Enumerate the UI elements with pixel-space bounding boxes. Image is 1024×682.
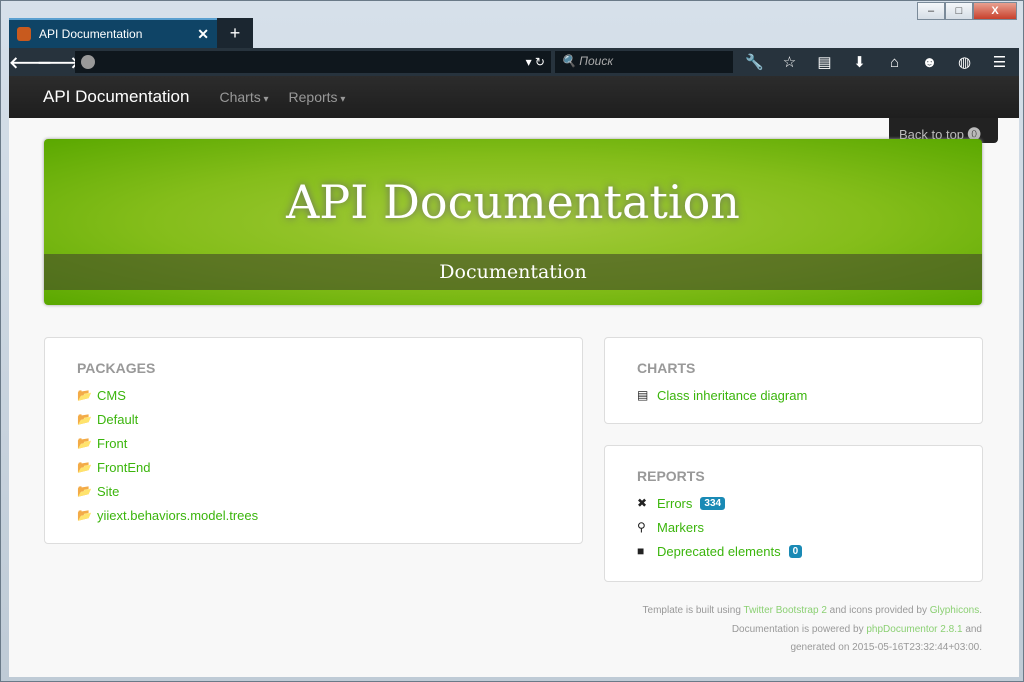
package-item: 📂 yiiext.behaviors.model.trees — [77, 503, 550, 527]
maximize-button[interactable]: □ — [945, 2, 973, 20]
errors-link[interactable]: Errors — [657, 496, 692, 511]
folder-icon: 📂 — [77, 508, 92, 522]
star-icon[interactable]: ☆ — [772, 53, 807, 71]
forward-icon[interactable]: 🡒 — [37, 52, 80, 73]
address-bar[interactable]: ▾ ↻ — [75, 51, 551, 73]
package-item: 📂 Default — [77, 407, 550, 431]
folder-icon: 📂 — [77, 388, 92, 402]
folder-icon: 📂 — [77, 484, 92, 498]
package-link[interactable]: FrontEnd — [97, 460, 150, 475]
nav-reports[interactable]: Reports — [289, 89, 346, 105]
reports-panel: REPORTS ✖ Errors 334 ⚲ Markers ■ Deprecated … — [604, 445, 983, 582]
report-item: ⚲ Markers — [637, 515, 950, 539]
close-window-button[interactable]: X — [973, 2, 1017, 20]
brand-link[interactable]: API Documentation — [43, 87, 189, 107]
footer-text: and icons provided by — [829, 605, 927, 616]
packages-panel: PACKAGES 📂 CMS 📂 Default 📂 Front 📂 FrontEnd … — [44, 337, 583, 544]
footer-text: Template is built using — [642, 605, 741, 616]
report-item: ■ Deprecated elements 0 — [637, 539, 950, 563]
reload-icon[interactable]: ▾ ↻ — [526, 55, 545, 69]
folder-icon: 📂 — [77, 436, 92, 450]
home-icon[interactable]: ⌂ — [877, 54, 912, 71]
page-title: API Documentation — [286, 175, 740, 229]
globe-edit-icon[interactable]: ◍ — [947, 53, 982, 71]
charts-panel: CHARTS ▤ Class inheritance diagram — [604, 337, 983, 424]
list-icon: ▤ — [637, 388, 649, 402]
wrench-icon[interactable]: 🔧 — [737, 53, 772, 71]
globe-icon — [81, 55, 95, 69]
nav-charts[interactable]: Charts — [219, 89, 268, 105]
back-icon[interactable]: 🡐 — [9, 52, 52, 73]
chart-item: ▤ Class inheritance diagram — [637, 383, 950, 407]
errors-badge: 334 — [700, 496, 726, 510]
generated-date: generated on 2015-05-16T23:32:44+03:00. — [790, 642, 982, 653]
markers-link[interactable]: Markers — [657, 520, 704, 535]
map-marker-icon: ⚲ — [637, 520, 646, 534]
download-icon[interactable]: ⬇ — [842, 53, 877, 71]
tab-title: API Documentation — [39, 27, 143, 41]
package-item: 📂 Site — [77, 479, 550, 503]
page-content: Back to top ⓿ API Documentation Document… — [9, 118, 1019, 677]
reports-heading: REPORTS — [637, 468, 705, 484]
package-link[interactable]: Site — [97, 484, 119, 499]
search-placeholder: Поиск — [579, 54, 613, 68]
charts-heading: CHARTS — [637, 360, 696, 376]
browser-toolbar: 🡐 🡒 ▾ ↻ 🔍 Поиск 🔧 ☆ ▤ ⬇ ⌂ ☻ ◍ ☰ — [9, 48, 1019, 76]
folder-icon: 📂 — [77, 460, 92, 474]
navbar: API Documentation Charts Reports — [9, 76, 1019, 118]
error-circle-icon: ✖ — [637, 496, 648, 510]
smiley-icon[interactable]: ☻ — [912, 54, 947, 71]
phpdocumentor-link[interactable]: phpDocumentor 2.8.1 — [866, 624, 962, 635]
browser-window: – □ X API Documentation ✕ + 🡐 🡒 ▾ ↻ 🔍 По… — [0, 0, 1024, 682]
footer: Template is built using Twitter Bootstra… — [643, 602, 982, 658]
footer-text: Documentation is powered by — [731, 623, 864, 635]
stop-square-icon: ■ — [637, 544, 645, 558]
browser-tab[interactable]: API Documentation ✕ — [9, 18, 217, 48]
package-link[interactable]: Default — [97, 412, 138, 427]
page-subtitle: Documentation — [44, 254, 982, 290]
folder-icon: 📂 — [77, 412, 92, 426]
package-item: 📂 CMS — [77, 383, 550, 407]
report-item: ✖ Errors 334 — [637, 491, 950, 515]
clipboard-icon[interactable]: ▤ — [807, 53, 842, 71]
close-tab-icon[interactable]: ✕ — [197, 26, 209, 43]
favicon-icon — [17, 27, 31, 41]
package-link[interactable]: Front — [97, 436, 127, 451]
package-link[interactable]: yiiext.behaviors.model.trees — [97, 508, 258, 523]
menu-icon[interactable]: ☰ — [982, 53, 1017, 71]
packages-heading: PACKAGES — [77, 360, 156, 376]
glyphicons-link[interactable]: Glyphicons — [930, 605, 979, 616]
deprecated-link[interactable]: Deprecated elements — [657, 544, 781, 559]
deprecated-badge: 0 — [788, 544, 803, 558]
minimize-button[interactable]: – — [917, 2, 945, 20]
footer-text: . — [979, 605, 982, 616]
class-inheritance-link[interactable]: Class inheritance diagram — [657, 388, 807, 403]
new-tab-button[interactable]: + — [217, 18, 253, 48]
hero-banner: API Documentation Documentation — [44, 139, 982, 305]
package-link[interactable]: CMS — [97, 388, 126, 403]
footer-text: and — [965, 623, 982, 635]
search-input[interactable]: 🔍 Поиск — [555, 51, 733, 73]
package-item: 📂 FrontEnd — [77, 455, 550, 479]
package-item: 📂 Front — [77, 431, 550, 455]
bootstrap-link[interactable]: Twitter Bootstrap 2 — [744, 605, 827, 616]
